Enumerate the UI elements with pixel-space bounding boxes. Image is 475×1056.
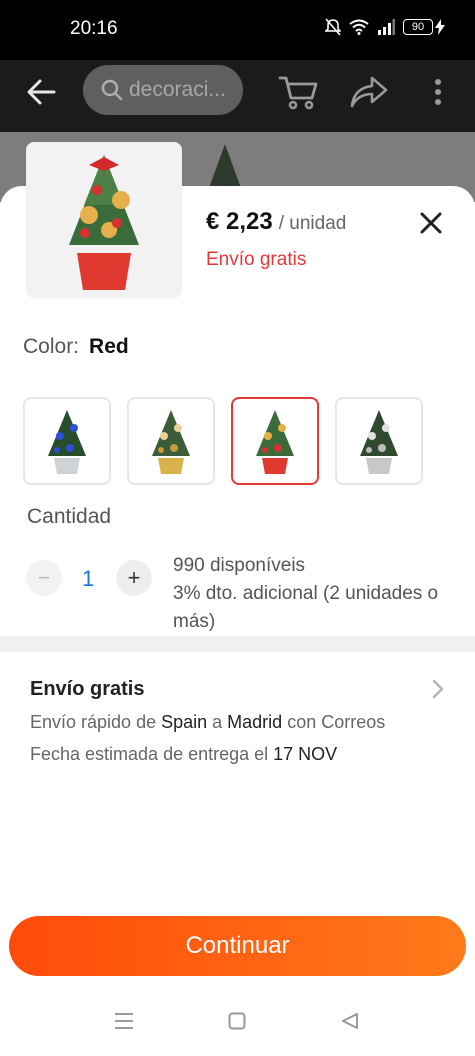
home-icon[interactable] <box>228 1012 246 1030</box>
shipping-route-prefix: Envío rápido de <box>30 712 162 732</box>
selected-color: Red <box>89 335 129 358</box>
signal-icon <box>378 19 395 35</box>
christmas-tree-blue-image <box>48 410 86 474</box>
color-label: Color: <box>23 335 80 358</box>
shipping-route: Envío rápido de Spain a Madrid con Corre… <box>30 712 385 733</box>
system-nav-bar <box>0 990 475 1056</box>
battery-icon: 90 <box>403 19 445 35</box>
christmas-tree-red-image <box>69 155 139 290</box>
product-thumbnail <box>26 142 182 298</box>
shipping-title[interactable]: Envío gratis <box>30 678 144 701</box>
variant-gold[interactable] <box>127 397 215 485</box>
color-selection-label: Color: Red <box>23 335 129 359</box>
share-icon[interactable] <box>348 74 388 110</box>
continue-button[interactable]: Continuar <box>9 916 466 976</box>
quantity-value[interactable]: 1 <box>82 566 94 592</box>
charging-icon <box>435 19 445 35</box>
section-divider <box>0 636 475 652</box>
shipping-destination: Madrid <box>227 712 283 732</box>
mute-icon <box>325 18 341 36</box>
status-bar: 20:16 90 <box>0 0 475 60</box>
price-row: € 2,23 / unidad <box>206 208 346 236</box>
christmas-tree-gold-image <box>152 410 190 474</box>
price-unit: / unidad <box>278 213 347 234</box>
bulk-discount: 3% dto. adicional (2 unidades o más) <box>173 583 439 632</box>
wifi-icon <box>349 19 369 35</box>
status-time: 20:16 <box>70 18 118 39</box>
back-triangle-icon[interactable] <box>340 1012 360 1030</box>
search-input[interactable]: decoraci... <box>83 65 243 115</box>
variant-silver[interactable] <box>335 397 423 485</box>
quantity-label: Cantidad <box>27 505 112 528</box>
delivery-date: 17 NOV <box>273 744 338 764</box>
more-vert-icon[interactable] <box>428 74 448 110</box>
christmas-tree-red-small-image <box>256 410 294 474</box>
christmas-tree-silver-image <box>360 410 398 474</box>
shipping-origin: Spain <box>161 712 208 732</box>
search-placeholder: decoraci... <box>129 78 226 101</box>
product-price: € 2,23 <box>206 208 273 235</box>
status-icons: 90 <box>325 18 445 36</box>
chevron-right-icon[interactable] <box>430 678 446 700</box>
shipping-carrier: con Correos <box>282 712 386 732</box>
battery-level: 90 <box>411 21 425 33</box>
shipping-route-mid: a <box>207 712 228 732</box>
menu-icon[interactable] <box>114 1012 134 1030</box>
back-arrow-icon[interactable] <box>24 74 60 110</box>
free-shipping-label: Envío gratis <box>206 249 307 270</box>
stock-info: 990 disponíveis 3% dto. adicional (2 uni… <box>173 552 463 636</box>
available-stock: 990 disponíveis <box>173 555 306 576</box>
cart-icon[interactable] <box>278 74 318 110</box>
delivery-estimate: Fecha estimada de entrega el 17 NOV <box>30 744 337 765</box>
search-icon <box>101 79 123 101</box>
quantity-minus-button[interactable]: − <box>26 560 62 596</box>
variant-blue[interactable] <box>23 397 111 485</box>
variant-red[interactable] <box>231 397 319 485</box>
close-icon[interactable] <box>414 206 448 240</box>
quantity-plus-button[interactable]: + <box>116 560 152 596</box>
top-header: decoraci... <box>0 60 475 132</box>
color-variants <box>23 397 423 485</box>
delivery-estimate-prefix: Fecha estimada de entrega el <box>30 744 274 764</box>
